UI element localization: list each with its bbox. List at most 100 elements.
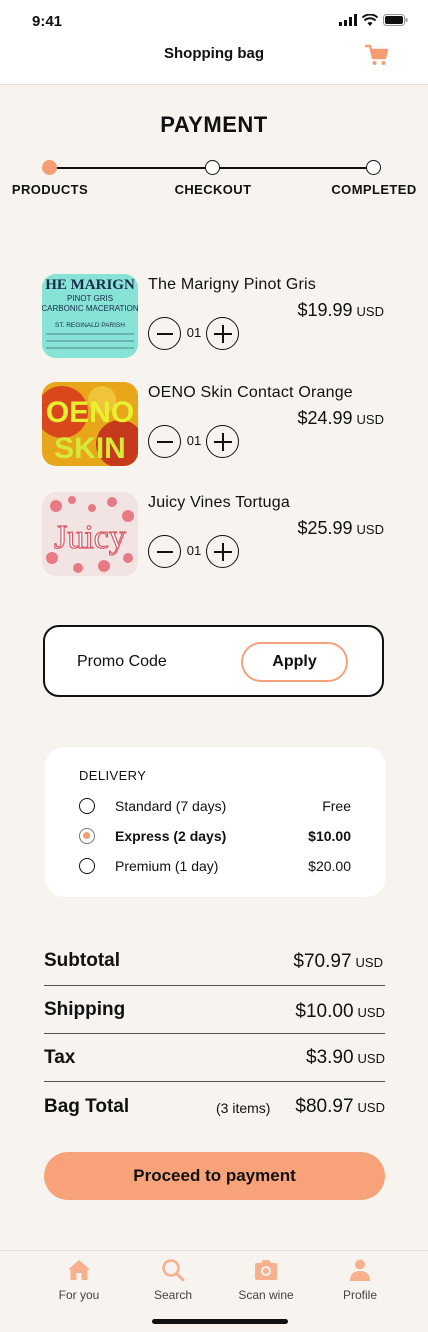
- amount: $70.97: [293, 951, 352, 972]
- status-icons: [339, 14, 408, 26]
- tab-label: Profile: [342, 1288, 377, 1302]
- step-label-checkout: CHECKOUT: [174, 182, 252, 197]
- currency: USD: [357, 1100, 385, 1115]
- battery-icon: [383, 14, 408, 26]
- increase-qty-button[interactable]: [206, 535, 239, 568]
- product-price: $25.99 USD: [297, 518, 384, 539]
- label-line: SKIN: [54, 432, 126, 465]
- step-dot-products[interactable]: [42, 160, 57, 175]
- product-image: HE MARIGN PINOT GRIS CARBONIC MACERATION…: [42, 274, 138, 358]
- delivery-option-label: Standard (7 days): [115, 798, 227, 814]
- promo-code-label: Promo Code: [77, 653, 167, 670]
- tab-search[interactable]: Search: [128, 1257, 218, 1302]
- tax-value: $3.90 USD: [306, 1047, 385, 1069]
- tab-profile[interactable]: Profile: [315, 1257, 405, 1302]
- cart-item: OENO SKIN OENO Skin Contact Orange $24.9…: [42, 382, 392, 472]
- subtotal-row: Subtotal $70.97 USD: [44, 938, 385, 986]
- tab-label: For you: [58, 1288, 100, 1302]
- quantity-value: 01: [186, 325, 202, 340]
- label-line: OENO: [46, 396, 134, 429]
- wifi-icon: [362, 14, 378, 26]
- item-count: (3 items): [216, 1100, 271, 1116]
- decrease-qty-button[interactable]: [148, 535, 181, 568]
- subtotal-label: Subtotal: [44, 950, 120, 971]
- proceed-to-payment-button[interactable]: Proceed to payment: [44, 1152, 385, 1200]
- delivery-radio-standard[interactable]: [79, 798, 95, 814]
- delivery-option-price: $20.00: [308, 858, 351, 874]
- delivery-option-label: Premium (1 day): [115, 858, 219, 874]
- shipping-value: $10.00 USD: [295, 1001, 385, 1023]
- shipping-row: Shipping $10.00 USD: [44, 986, 385, 1034]
- cart-item: Juicy Juicy Vines Tortuga $25.99 USD 01: [42, 492, 392, 582]
- increase-qty-button[interactable]: [206, 425, 239, 458]
- currency: USD: [357, 1005, 385, 1020]
- profile-icon: [350, 1259, 370, 1281]
- minus-icon: [156, 332, 173, 335]
- tab-scan-wine[interactable]: Scan wine: [221, 1257, 311, 1302]
- tax-row: Tax $3.90 USD: [44, 1034, 385, 1082]
- subtotal-value: $70.97 USD: [293, 951, 383, 973]
- label-line: CARBONIC MACERATION: [42, 304, 138, 313]
- price-currency: USD: [356, 522, 384, 537]
- amount: $10.00: [295, 1001, 354, 1022]
- tab-label: Scan wine: [238, 1288, 294, 1302]
- status-bar: 9:41: [0, 0, 428, 40]
- tax-label: Tax: [44, 1047, 76, 1068]
- delivery-radio-express[interactable]: [79, 828, 95, 844]
- price-value: $24.99: [297, 408, 353, 428]
- step-label-products: PRODUCTS: [11, 182, 89, 197]
- wine-label-image: HE MARIGN PINOT GRIS CARBONIC MACERATION…: [42, 274, 138, 358]
- delivery-option-price: Free: [322, 798, 351, 814]
- price-value: $25.99: [297, 518, 353, 538]
- promo-code-box[interactable]: Promo Code Apply: [43, 625, 384, 697]
- delivery-radio-premium[interactable]: [79, 858, 95, 874]
- home-indicator: [152, 1319, 288, 1324]
- label-line: ST. REGINALD PARISH: [55, 322, 125, 329]
- minus-icon: [156, 550, 173, 553]
- plus-icon: [213, 542, 232, 561]
- page-title: PAYMENT: [160, 112, 268, 137]
- step-dot-completed[interactable]: [366, 160, 381, 175]
- signal-icon: [339, 14, 357, 26]
- delivery-card: DELIVERY Standard (7 days) Free Express …: [45, 747, 386, 897]
- product-name: Juicy Vines Tortuga: [148, 494, 290, 511]
- status-time: 9:41: [32, 13, 63, 30]
- quantity-value: 01: [186, 543, 202, 558]
- label-line: Juicy: [54, 519, 126, 556]
- delivery-title: DELIVERY: [79, 768, 147, 783]
- home-icon: [68, 1260, 90, 1280]
- product-image: Juicy: [42, 492, 138, 576]
- wine-label-image: OENO SKIN: [42, 382, 138, 466]
- step-dot-checkout[interactable]: [205, 160, 220, 175]
- wine-label-image: Juicy: [42, 492, 138, 576]
- currency: USD: [355, 955, 383, 970]
- bag-total-row: Bag Total (3 items) $80.97 USD: [44, 1082, 385, 1130]
- label-line: HE MARIGN: [45, 277, 135, 293]
- plus-icon: [213, 324, 232, 343]
- delivery-option-price: $10.00: [308, 828, 351, 844]
- bag-total-value: $80.97 USD: [295, 1096, 385, 1118]
- currency: USD: [357, 1051, 385, 1066]
- decrease-qty-button[interactable]: [148, 425, 181, 458]
- tab-for-you[interactable]: For you: [34, 1257, 124, 1302]
- cart-icon[interactable]: [364, 42, 390, 68]
- price-currency: USD: [356, 304, 384, 319]
- product-image: OENO SKIN: [42, 382, 138, 466]
- tab-label: Search: [153, 1288, 193, 1302]
- minus-icon: [156, 440, 173, 443]
- increase-qty-button[interactable]: [206, 317, 239, 350]
- product-name: OENO Skin Contact Orange: [148, 384, 353, 401]
- delivery-option-label: Express (2 days): [115, 828, 227, 844]
- apply-button[interactable]: Apply: [241, 642, 348, 682]
- step-label-completed: COMPLETED: [331, 182, 417, 197]
- label-line: PINOT GRIS: [67, 294, 113, 303]
- camera-icon: [255, 1260, 277, 1280]
- plus-icon: [213, 432, 232, 451]
- decrease-qty-button[interactable]: [148, 317, 181, 350]
- product-name: The Marigny Pinot Gris: [148, 276, 317, 293]
- search-icon: [162, 1259, 185, 1282]
- product-price: $19.99 USD: [297, 300, 384, 321]
- product-price: $24.99 USD: [297, 408, 384, 429]
- amount: $80.97: [295, 1096, 354, 1117]
- quantity-value: 01: [186, 433, 202, 448]
